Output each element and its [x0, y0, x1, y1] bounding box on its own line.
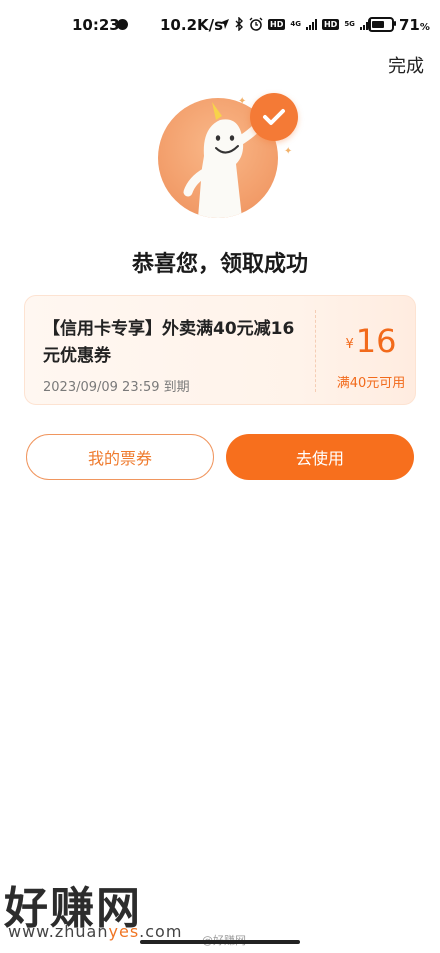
network-type-4g: 4G: [290, 20, 301, 28]
bluetooth-icon: [235, 17, 243, 31]
home-indicator[interactable]: [140, 940, 300, 944]
coupon-title: 【信用卡专享】外卖满40元减16元优惠券: [43, 319, 295, 366]
use-now-button[interactable]: 去使用: [226, 434, 414, 480]
battery-percent: 71%: [399, 16, 430, 34]
coupon-amount: ¥16: [325, 322, 417, 360]
do-not-disturb-icon: [117, 19, 128, 30]
battery-icon: [368, 17, 394, 32]
my-tickets-button[interactable]: 我的票券: [26, 434, 214, 480]
coupon-divider: [315, 310, 316, 392]
hd-badge: HD: [321, 18, 340, 30]
success-title: 恭喜您，领取成功: [131, 252, 308, 277]
currency-symbol: ¥: [345, 337, 354, 352]
coupon-card[interactable]: 【信用卡专享】外卖满40元减16元优惠券 2023/09/09 23:59 到期…: [24, 295, 416, 405]
coupon-expiry: 2023/09/09 23:59 到期: [43, 380, 190, 395]
alarm-icon: [249, 17, 263, 31]
watermark-url: www.zhuanyes.com: [8, 922, 183, 941]
battery-cap: [394, 21, 396, 26]
coupon-condition: 满40元可用: [336, 376, 406, 391]
hd-badge: HD: [268, 18, 286, 30]
status-bar: 10:23 10.2K/s HD 4G HD 5G 71%: [0, 0, 440, 50]
sparkle-icon: ✦: [238, 96, 247, 107]
sparkle-icon: ✦: [284, 146, 293, 157]
coupon-claim-page: 10:23 10.2K/s HD 4G HD 5G 71% 完成 ✦ ✦ 恭喜您…: [0, 0, 440, 953]
signal-icon: [305, 18, 317, 30]
status-icons: HD 4G HD 5G: [218, 14, 371, 34]
network-speed: 10.2K/s: [160, 16, 224, 34]
success-check-icon: [250, 93, 298, 141]
status-time: 10:23: [72, 16, 120, 34]
network-type-5g: 5G: [344, 20, 355, 28]
done-button[interactable]: 完成: [388, 52, 424, 78]
amount-value: 16: [355, 322, 397, 360]
location-arrow-icon: [219, 19, 229, 29]
